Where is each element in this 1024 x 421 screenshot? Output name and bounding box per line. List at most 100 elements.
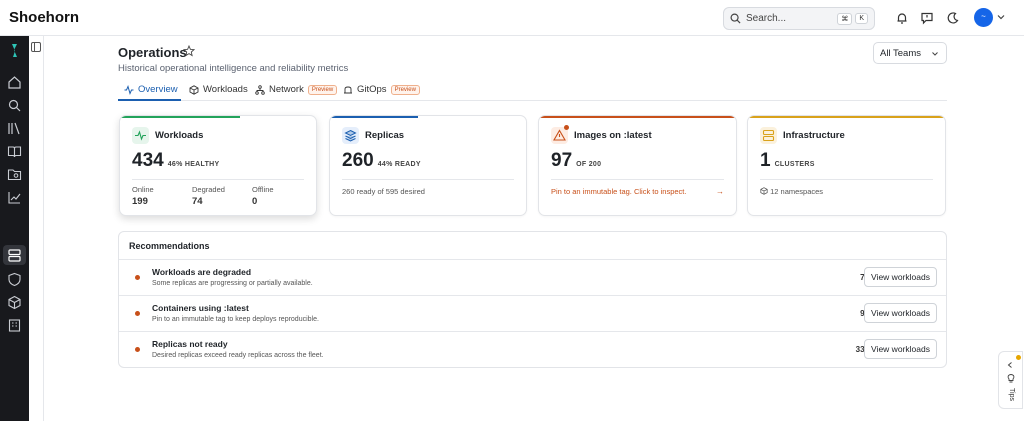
network-icon xyxy=(255,84,265,95)
team-select-value: All Teams xyxy=(880,48,922,59)
moon-icon[interactable] xyxy=(946,11,960,25)
gitops-icon xyxy=(344,86,352,93)
infrastructure-card[interactable]: Infrastructure 1 CLUSTERS 12 namespaces xyxy=(747,115,946,216)
app-title[interactable]: Shoehorn xyxy=(9,9,79,26)
images-latest-card[interactable]: Images on :latest 97 OF 200 Pin to an imm… xyxy=(538,115,737,216)
card-accent-bar xyxy=(539,116,736,118)
activity-icon xyxy=(124,84,134,95)
panel-toggle-icon[interactable] xyxy=(31,42,41,52)
view-workloads-button[interactable]: View workloads xyxy=(864,303,937,323)
card-value-sub: OF 200 xyxy=(576,161,602,168)
card-icon-wrap xyxy=(760,127,777,144)
star-icon[interactable] xyxy=(183,45,195,57)
card-accent-bar xyxy=(120,116,240,118)
home-icon[interactable] xyxy=(7,75,22,90)
tips-tab[interactable]: Tips xyxy=(998,351,1023,409)
server-icon[interactable] xyxy=(7,248,22,263)
card-value: 1 CLUSTERS xyxy=(760,150,815,171)
logo-icon[interactable] xyxy=(7,43,22,58)
search-icon xyxy=(730,13,741,24)
card-title: Workloads xyxy=(155,130,204,141)
kbd-cmd: ⌘ xyxy=(837,12,853,25)
feedback-icon[interactable] xyxy=(920,11,934,25)
folder-search-icon[interactable] xyxy=(7,167,22,182)
library-icon[interactable] xyxy=(7,121,22,136)
stat-degraded: Degraded 74 xyxy=(192,185,225,207)
workloads-card[interactable]: Workloads 434 46% HEALTHY Online 199 Degra… xyxy=(119,115,317,216)
card-value: 434 46% HEALTHY xyxy=(132,150,220,171)
shield-icon[interactable] xyxy=(7,272,22,287)
list-item: Replicas not ready Desired replicas exce… xyxy=(119,331,946,367)
rec-desc: Pin to an immutable tag to keep deploys … xyxy=(152,316,319,323)
divider xyxy=(760,179,933,180)
preview-badge: Preview xyxy=(390,84,420,95)
tab-network[interactable]: Network Preview xyxy=(255,84,338,95)
card-title: Images on :latest xyxy=(574,130,652,141)
card-footer: 12 namespaces xyxy=(760,187,823,196)
page-title: Operations xyxy=(118,45,187,60)
tab-bar: Overview Workloads Network Preview GitOp… xyxy=(118,80,947,101)
card-icon-wrap xyxy=(132,127,149,144)
card-value-sub: 46% HEALTHY xyxy=(167,161,220,168)
tab-overview[interactable]: Overview xyxy=(124,84,178,95)
view-workloads-button[interactable]: View workloads xyxy=(864,267,937,287)
replicas-card[interactable]: Replicas 260 44% READY 260 ready of 595 d… xyxy=(329,115,527,216)
card-value: 260 44% READY xyxy=(342,150,421,171)
chart-icon[interactable] xyxy=(7,190,22,205)
top-bar: Shoehorn Search... ⌘ K ~ xyxy=(0,0,1024,36)
card-value-sub: CLUSTERS xyxy=(774,161,815,168)
list-item: Workloads are degraded Some replicas are… xyxy=(119,259,946,295)
divider xyxy=(342,179,514,180)
arrow-right-icon[interactable]: → xyxy=(716,187,724,196)
tab-workloads[interactable]: Workloads xyxy=(189,84,248,95)
card-value: 97 OF 200 xyxy=(551,150,602,171)
sidebar xyxy=(0,36,29,421)
chevron-down-icon xyxy=(932,52,938,56)
search-placeholder: Search... xyxy=(746,13,787,24)
rec-title: Containers using :latest xyxy=(152,303,249,313)
avatar[interactable]: ~ xyxy=(974,8,993,27)
stat-offline: Offline 0 xyxy=(252,185,274,207)
card-footer: Pin to an immutable tag. Click to inspec… xyxy=(551,187,687,196)
main-content: Operations Historical operational intell… xyxy=(44,36,1024,421)
alert-dot xyxy=(564,125,569,130)
tab-gitops[interactable]: GitOps Preview xyxy=(343,84,420,95)
active-tab-indicator xyxy=(118,99,181,101)
collapse-rail xyxy=(29,36,44,421)
divider xyxy=(551,179,724,180)
building-icon[interactable] xyxy=(7,318,22,333)
card-title: Infrastructure xyxy=(783,130,845,141)
list-item: Containers using :latest Pin to an immut… xyxy=(119,295,946,331)
divider xyxy=(132,179,304,180)
rec-desc: Some replicas are progressing or partial… xyxy=(152,280,313,287)
stat-online: Online 199 xyxy=(132,185,154,207)
preview-badge: Preview xyxy=(307,84,338,95)
card-value-sub: 44% READY xyxy=(377,161,421,168)
recommendations-title: Recommendations xyxy=(129,241,210,251)
server-icon xyxy=(762,129,775,142)
status-dot xyxy=(135,275,140,280)
search-icon[interactable] xyxy=(7,98,22,113)
search-input[interactable]: Search... ⌘ K xyxy=(723,7,875,30)
package-icon[interactable] xyxy=(7,295,22,310)
card-accent-bar xyxy=(748,116,945,118)
box-icon xyxy=(189,84,199,95)
card-footer: 260 ready of 595 desired xyxy=(342,187,425,196)
rec-desc: Desired replicas exceed ready replicas a… xyxy=(152,352,324,359)
card-icon-wrap xyxy=(342,127,359,144)
box-icon xyxy=(760,187,768,195)
notification-dot xyxy=(1016,355,1021,360)
bell-icon[interactable] xyxy=(895,11,909,25)
chevron-down-icon[interactable] xyxy=(996,12,1006,22)
rec-title: Workloads are degraded xyxy=(152,267,252,277)
page-subtitle: Historical operational intelligence and … xyxy=(118,63,349,74)
activity-icon xyxy=(135,130,146,141)
card-title: Replicas xyxy=(365,130,405,141)
lightbulb-icon xyxy=(1007,374,1015,383)
view-workloads-button[interactable]: View workloads xyxy=(864,339,937,359)
book-icon[interactable] xyxy=(7,144,22,159)
team-select[interactable]: All Teams xyxy=(873,42,947,64)
status-dot xyxy=(135,311,140,316)
layers-icon xyxy=(344,129,357,142)
recommendations-panel: Recommendations Workloads are degraded S… xyxy=(118,231,947,368)
